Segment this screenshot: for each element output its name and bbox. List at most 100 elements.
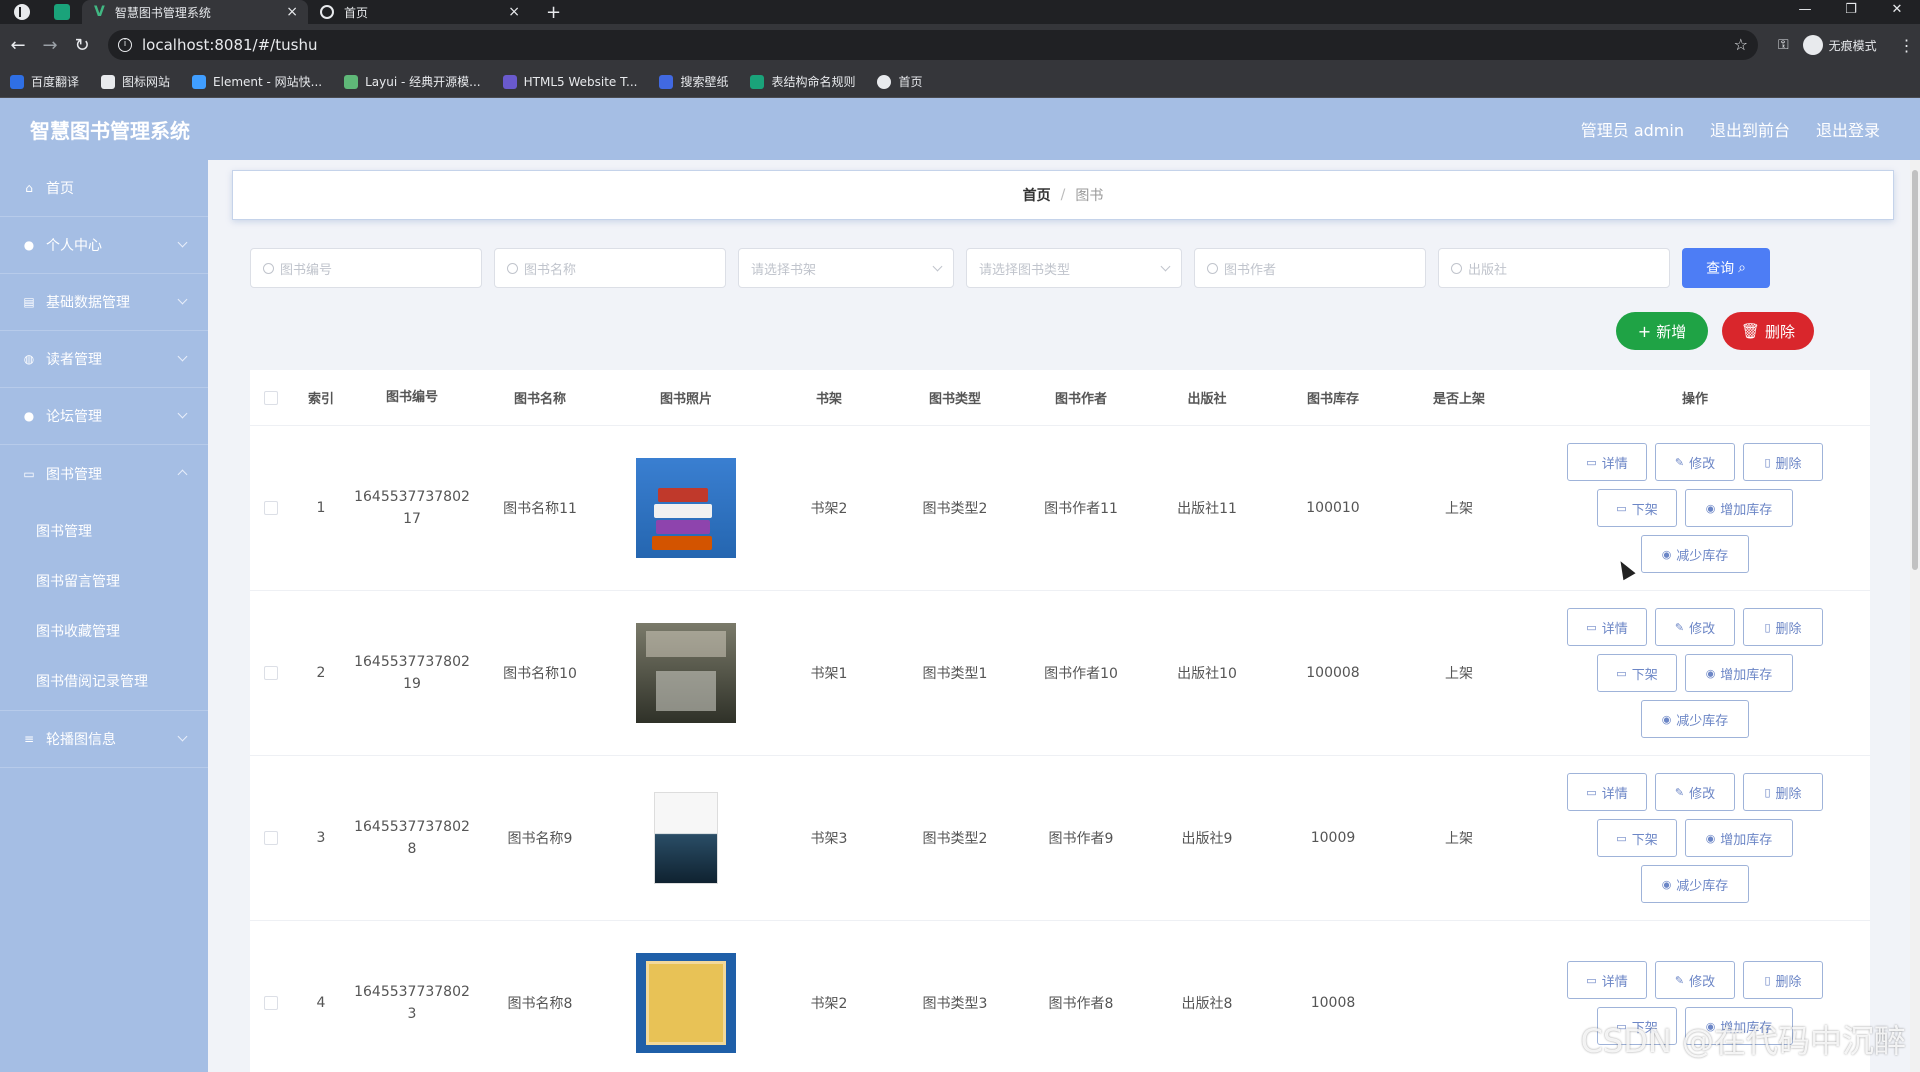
sidebar-item-carousel[interactable]: ≡ 轮播图信息	[0, 711, 208, 768]
sidebar-item-books[interactable]: ▭ 图书管理	[0, 445, 208, 502]
cell-book-photo	[606, 623, 766, 723]
scrollbar-thumb[interactable]	[1912, 170, 1918, 570]
book-table: 索引 图书编号 图书名称 图书照片 书架 图书类型 图书作者 出版社 图书库存 …	[250, 370, 1870, 1072]
reduce-stock-button[interactable]: ◉ 减少库存	[1641, 865, 1749, 903]
edit-button[interactable]: ✎ 修改	[1655, 443, 1735, 481]
chevron-down-icon	[932, 261, 943, 272]
shelf-select[interactable]: 请选择书架	[738, 248, 954, 288]
book-type-select[interactable]: 请选择图书类型	[966, 248, 1182, 288]
reload-icon[interactable]: ↻	[68, 35, 96, 56]
search-icon	[263, 262, 274, 274]
back-icon[interactable]: ←	[4, 35, 32, 56]
column-header: 图书照片	[659, 392, 712, 407]
edit-button[interactable]: ✎ 修改	[1655, 961, 1735, 999]
bookmark-item[interactable]: 百度翻译	[10, 73, 79, 90]
checkbox[interactable]	[264, 996, 278, 1010]
browser-tab-active[interactable]: V 智慧图书管理系统 ×	[82, 0, 308, 24]
query-button[interactable]: 查询 ⌕	[1682, 248, 1770, 288]
detail-button[interactable]: ▭ 详情	[1567, 961, 1647, 999]
minimize-icon[interactable]: —	[1782, 0, 1828, 24]
app-shortcut-icon[interactable]	[54, 4, 70, 20]
off-shelf-button[interactable]: ▭ 下架	[1597, 654, 1677, 692]
row-checkbox[interactable]	[250, 831, 292, 845]
row-checkbox[interactable]	[250, 501, 292, 515]
edit-button[interactable]: ✎ 修改	[1655, 608, 1735, 646]
add-stock-button[interactable]: ◉ 增加库存	[1685, 819, 1793, 857]
table-header: 索引 图书编号 图书名称 图书照片 书架 图书类型 图书作者 出版社 图书库存 …	[250, 370, 1870, 426]
bookmark-item[interactable]: Element - 网站快...	[192, 73, 322, 90]
book-cover-image[interactable]	[636, 458, 736, 558]
off-shelf-button[interactable]: ▭ 下架	[1597, 819, 1677, 857]
url-input[interactable]: i localhost:8081/#/tushu ☆	[108, 30, 1758, 60]
delete-button[interactable]: ▯ 删除	[1743, 961, 1823, 999]
checkbox[interactable]	[264, 390, 278, 405]
sidebar-subitem-book-comments[interactable]: 图书留言管理	[0, 556, 208, 606]
browser-tab-inactive[interactable]: 首页 ×	[308, 0, 530, 24]
edit-button[interactable]: ✎ 修改	[1655, 773, 1735, 811]
sidebar-subitem-borrow-records[interactable]: 图书借阅记录管理	[0, 656, 208, 706]
sidebar-subitem-book-manage[interactable]: 图书管理	[0, 506, 208, 556]
cell-book-photo	[606, 788, 766, 888]
reduce-stock-button[interactable]: ◉ 减少库存	[1641, 700, 1749, 738]
select-all-checkbox[interactable]	[250, 390, 292, 405]
vertical-scrollbar[interactable]	[1910, 160, 1920, 1072]
browser-menu-icon[interactable]	[14, 4, 30, 20]
book-cover-image[interactable]	[636, 623, 736, 723]
detail-button[interactable]: ▭ 详情	[1567, 443, 1647, 481]
back-to-front-link[interactable]: 退出到前台	[1710, 117, 1790, 141]
detail-button[interactable]: ▭ 详情	[1567, 773, 1647, 811]
logout-link[interactable]: 退出登录	[1816, 117, 1880, 141]
reduce-stock-button[interactable]: ◉ 减少库存	[1641, 535, 1749, 573]
key-icon[interactable]: ⚿	[1778, 37, 1789, 53]
more-icon[interactable]: ⋮	[1899, 36, 1915, 55]
sidebar-item-forum[interactable]: ● 论坛管理	[0, 388, 208, 445]
action-buttons: + 新增 🗑 删除	[1616, 312, 1814, 350]
sidebar-item-profile[interactable]: ● 个人中心	[0, 217, 208, 274]
book-cover-image[interactable]	[636, 788, 736, 888]
incognito-icon[interactable]	[1802, 35, 1823, 55]
breadcrumb-home[interactable]: 首页	[1023, 185, 1051, 205]
book-name-input[interactable]: 图书名称	[494, 248, 726, 288]
publisher-input[interactable]: 出版社	[1438, 248, 1670, 288]
close-icon[interactable]: ×	[508, 4, 520, 20]
detail-button[interactable]: ▭ 详情	[1567, 608, 1647, 646]
row-checkbox[interactable]	[250, 996, 292, 1010]
author-input[interactable]: 图书作者	[1194, 248, 1426, 288]
info-icon[interactable]: i	[118, 38, 132, 52]
search-icon	[507, 262, 518, 274]
window-close-icon[interactable]: ✕	[1874, 0, 1920, 24]
star-icon[interactable]: ☆	[1734, 35, 1748, 54]
trash-icon: ▯	[1764, 973, 1771, 987]
bookmark-item[interactable]: 搜索壁纸	[659, 73, 728, 90]
off-shelf-button[interactable]: ▭ 下架	[1597, 489, 1677, 527]
bookmark-item[interactable]: Layui - 经典开源模...	[344, 73, 481, 90]
bookmark-item[interactable]: HTML5 Website T...	[502, 74, 637, 89]
new-tab-icon[interactable]: +	[546, 2, 561, 23]
bookmark-item[interactable]: 图标网站	[101, 73, 170, 90]
book-cover-image[interactable]	[636, 953, 736, 1053]
batch-delete-button[interactable]: 🗑 删除	[1722, 312, 1814, 350]
bookmark-item[interactable]: 表结构命名规则	[750, 73, 855, 90]
row-checkbox[interactable]	[250, 666, 292, 680]
book-no-input[interactable]: 图书编号	[250, 248, 482, 288]
checkbox[interactable]	[264, 831, 278, 845]
sidebar-item-readers[interactable]: ◍ 读者管理	[0, 331, 208, 388]
forward-icon[interactable]: →	[36, 35, 64, 56]
sidebar-item-basic-data[interactable]: ▤ 基础数据管理	[0, 274, 208, 331]
add-stock-button[interactable]: ◉ 增加库存	[1685, 654, 1793, 692]
delete-button[interactable]: ▯ 删除	[1743, 608, 1823, 646]
checkbox[interactable]	[264, 666, 278, 680]
add-button[interactable]: + 新增	[1616, 312, 1708, 350]
checkbox[interactable]	[264, 501, 278, 515]
delete-button[interactable]: ▯ 删除	[1743, 443, 1823, 481]
delete-button[interactable]: ▯ 删除	[1743, 773, 1823, 811]
trash-icon: ▯	[1764, 455, 1771, 469]
bookmark-item[interactable]: 首页	[877, 73, 923, 90]
restore-icon[interactable]: ❐	[1828, 0, 1874, 24]
sidebar-subitem-book-favorites[interactable]: 图书收藏管理	[0, 606, 208, 656]
cell-author: 图书作者8	[1048, 996, 1114, 1012]
add-stock-button[interactable]: ◉ 增加库存	[1685, 489, 1793, 527]
sidebar-item-home[interactable]: ⌂ 首页	[0, 160, 208, 217]
bookmark-icon	[101, 74, 116, 89]
close-icon[interactable]: ×	[286, 4, 298, 20]
